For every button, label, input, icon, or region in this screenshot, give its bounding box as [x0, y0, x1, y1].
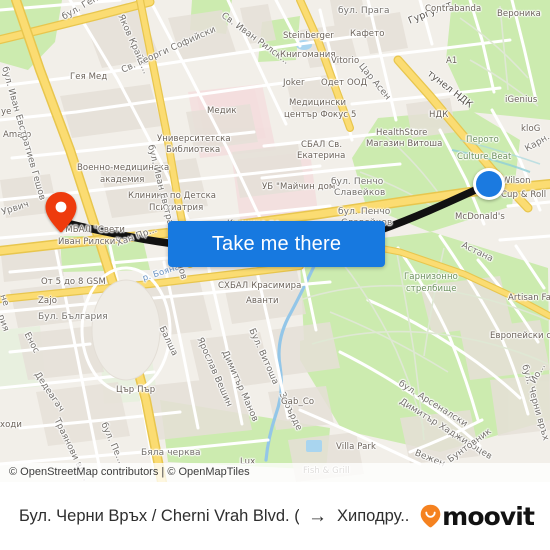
attribution-osm[interactable]: © OpenStreetMap contributors — [9, 466, 158, 478]
trip-footer-bar: Бул. Черни Връх / Cherni Vrah Blvd. (...… — [0, 482, 550, 550]
moovit-pin-icon — [420, 504, 441, 528]
take-me-there-button[interactable]: Take me there — [168, 221, 385, 267]
arrow-right-icon: → — [308, 506, 327, 526]
destination-marker-core — [476, 171, 502, 197]
trip-origin-label: Бул. Черни Връх / Cherni Vrah Blvd. (... — [19, 506, 299, 525]
moovit-wordmark: moovit — [442, 501, 535, 531]
map-canvas[interactable]: бул. Ген. То...Яков Крайк...Св. Иван Рил… — [0, 0, 550, 482]
map-attribution: © OpenStreetMap contributors | © OpenMap… — [0, 463, 550, 482]
trip-summary[interactable]: Бул. Черни Връх / Cherni Vrah Blvd. (...… — [19, 507, 410, 526]
moovit-logo[interactable]: moovit — [420, 501, 535, 531]
trip-destination-label: Хиподру... — [337, 506, 411, 525]
destination-marker-dot[interactable] — [473, 168, 505, 200]
moovit-map-screen: бул. Ген. То...Яков Крайк...Св. Иван Рил… — [0, 0, 550, 550]
attribution-tiles[interactable]: © OpenMapTiles — [167, 466, 249, 478]
